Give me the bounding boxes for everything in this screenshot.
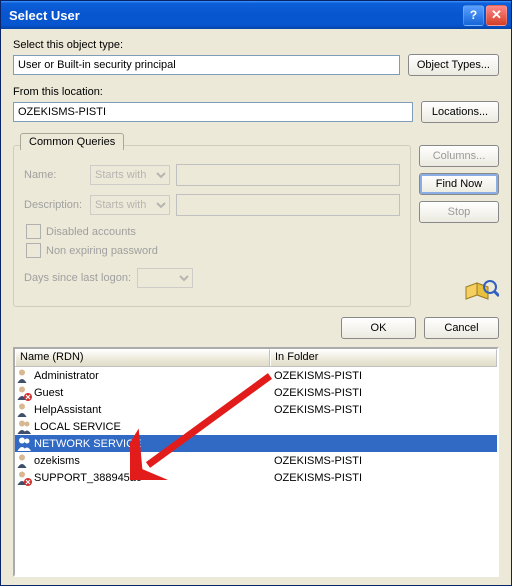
location-field[interactable] xyxy=(13,102,413,122)
row-folder: OZEKISMS-PISTI xyxy=(270,404,497,416)
table-row[interactable]: HelpAssistantOZEKISMS-PISTI xyxy=(15,401,497,418)
object-type-field[interactable] xyxy=(13,55,400,75)
name-mode-select: Starts with xyxy=(90,165,170,185)
table-row[interactable]: LOCAL SERVICE xyxy=(15,418,497,435)
results-header: Name (RDN) In Folder xyxy=(15,349,497,367)
user-icon xyxy=(16,453,32,469)
days-since-label: Days since last logon: xyxy=(24,272,131,284)
name-input xyxy=(176,164,400,186)
table-row[interactable]: SUPPORT_388945a0OZEKISMS-PISTI xyxy=(15,469,497,486)
location-label: From this location: xyxy=(13,86,499,98)
table-row[interactable]: GuestOZEKISMS-PISTI xyxy=(15,384,497,401)
column-folder[interactable]: In Folder xyxy=(270,349,497,366)
row-name: Guest xyxy=(34,387,270,399)
description-input xyxy=(176,194,400,216)
user-icon xyxy=(16,470,32,486)
name-label: Name: xyxy=(24,169,84,181)
row-name: SUPPORT_388945a0 xyxy=(34,472,270,484)
table-row[interactable]: ozekismsOZEKISMS-PISTI xyxy=(15,452,497,469)
results-list[interactable]: Name (RDN) In Folder AdministratorOZEKIS… xyxy=(13,347,499,577)
directory-icon xyxy=(463,277,499,307)
user-icon xyxy=(16,368,32,384)
common-queries-tab[interactable]: Common Queries xyxy=(20,133,124,150)
row-folder: OZEKISMS-PISTI xyxy=(270,387,497,399)
row-name: NETWORK SERVICE xyxy=(34,438,270,450)
object-types-button[interactable]: Object Types... xyxy=(408,54,499,76)
row-folder: OZEKISMS-PISTI xyxy=(270,370,497,382)
column-name[interactable]: Name (RDN) xyxy=(15,349,270,366)
ok-button[interactable]: OK xyxy=(341,317,416,339)
description-label: Description: xyxy=(24,199,84,211)
row-name: ozekisms xyxy=(34,455,270,467)
non-expiring-label: Non expiring password xyxy=(46,245,158,257)
locations-button[interactable]: Locations... xyxy=(421,101,499,123)
table-row[interactable]: AdministratorOZEKISMS-PISTI xyxy=(15,367,497,384)
table-row[interactable]: NETWORK SERVICE xyxy=(15,435,497,452)
titlebar: Select User ? ✕ xyxy=(1,1,511,29)
common-queries-group: Common Queries Name: Starts with Descrip… xyxy=(13,145,411,307)
find-now-button[interactable]: Find Now xyxy=(419,173,499,195)
columns-button: Columns... xyxy=(419,145,499,167)
close-button[interactable]: ✕ xyxy=(486,5,507,26)
row-folder: OZEKISMS-PISTI xyxy=(270,472,497,484)
row-folder: OZEKISMS-PISTI xyxy=(270,455,497,467)
cancel-button[interactable]: Cancel xyxy=(424,317,499,339)
row-name: Administrator xyxy=(34,370,270,382)
disabled-accounts-label: Disabled accounts xyxy=(46,226,136,238)
help-button[interactable]: ? xyxy=(463,5,484,26)
row-name: LOCAL SERVICE xyxy=(34,421,270,433)
user-icon xyxy=(16,419,32,435)
user-icon xyxy=(16,385,32,401)
stop-button: Stop xyxy=(419,201,499,223)
user-icon xyxy=(16,402,32,418)
description-mode-select: Starts with xyxy=(90,195,170,215)
window-title: Select User xyxy=(9,8,463,23)
disabled-accounts-checkbox xyxy=(26,224,41,239)
non-expiring-checkbox xyxy=(26,243,41,258)
days-since-select xyxy=(137,268,193,288)
row-name: HelpAssistant xyxy=(34,404,270,416)
select-user-dialog: Select User ? ✕ Select this object type:… xyxy=(0,0,512,586)
object-type-label: Select this object type: xyxy=(13,39,499,51)
user-icon xyxy=(16,436,32,452)
